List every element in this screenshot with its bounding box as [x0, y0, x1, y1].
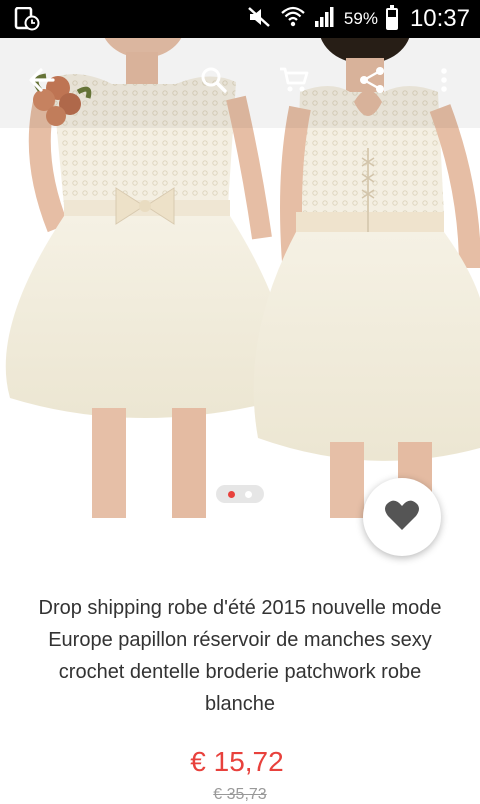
- battery-fill: [387, 17, 396, 28]
- product-price: € 15,72: [190, 746, 284, 777]
- product-title: Drop shipping robe d'été 2015 nouvelle m…: [38, 597, 442, 715]
- clock: 10:37: [409, 5, 470, 32]
- battery-icon: [385, 5, 398, 30]
- mute-icon: [246, 5, 272, 34]
- battery-percent: 59%: [343, 9, 378, 28]
- back-arrow-icon[interactable]: [22, 60, 62, 100]
- search-icon[interactable]: [194, 60, 234, 100]
- pager-dot-active[interactable]: [228, 491, 235, 498]
- heart-icon: [384, 499, 420, 536]
- pager-dot[interactable]: [245, 491, 252, 498]
- cart-icon[interactable]: [274, 60, 314, 100]
- wishlist-button[interactable]: [363, 478, 441, 556]
- original-price: € 35,73: [213, 786, 267, 803]
- gallery-pager: [216, 485, 264, 503]
- share-icon[interactable]: [352, 60, 392, 100]
- top-toolbar: [0, 38, 480, 122]
- notification-icon: [14, 6, 40, 31]
- more-vert-icon[interactable]: [424, 60, 464, 100]
- wifi-icon: [280, 5, 306, 34]
- status-bar: 59% 10:37: [0, 0, 480, 38]
- signal-icon: [314, 5, 336, 34]
